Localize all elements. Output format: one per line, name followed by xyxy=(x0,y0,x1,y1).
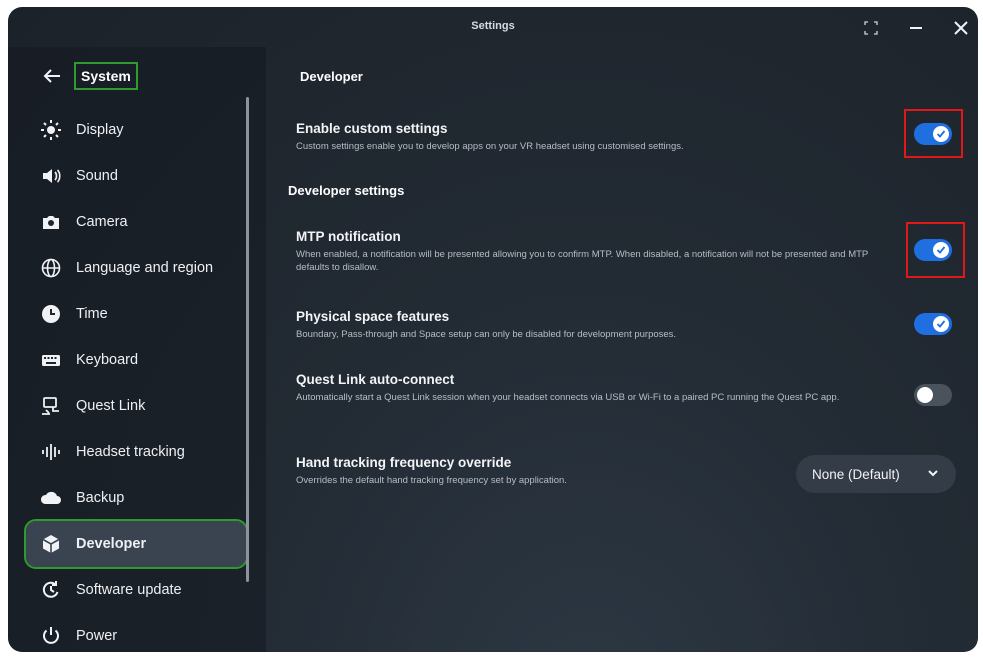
sidebar-item-headset-tracking[interactable]: Headset tracking xyxy=(26,429,246,475)
setting-description: Boundary, Pass-through and Space setup c… xyxy=(296,329,677,340)
setting-title: MTP notification xyxy=(296,229,401,244)
sidebar-item-sound[interactable]: Sound xyxy=(26,153,246,199)
setting-row-custom: Enable custom settings Custom settings e… xyxy=(296,121,951,153)
sidebar-item-power[interactable]: Power xyxy=(26,613,246,652)
setting-description: Custom settings enable you to develop ap… xyxy=(296,141,684,152)
update-icon xyxy=(40,579,62,601)
setting-description: Automatically start a Quest Link session… xyxy=(296,392,840,403)
page-title: Developer xyxy=(300,69,363,84)
sidebar: System Display Sound Camera Language and… xyxy=(8,47,266,652)
check-icon xyxy=(936,320,946,328)
dropdown-value: None (Default) xyxy=(812,466,900,482)
sidebar-item-label: Display xyxy=(76,122,124,138)
setting-row-mtp: MTP notification When enabled, a notific… xyxy=(296,229,951,274)
sidebar-item-label: Sound xyxy=(76,168,118,184)
cloud-icon xyxy=(40,487,62,509)
setting-title: Enable custom settings xyxy=(296,121,448,136)
highlight-box-mtp xyxy=(906,222,965,278)
sidebar-item-label: Power xyxy=(76,628,118,644)
sidebar-scrollbar[interactable] xyxy=(246,97,249,582)
sidebar-item-label: Keyboard xyxy=(76,352,139,368)
sidebar-item-label: Quest Link xyxy=(76,398,146,414)
minimize-button[interactable] xyxy=(903,15,929,41)
speaker-icon xyxy=(40,165,62,187)
expand-button[interactable] xyxy=(858,15,884,41)
sidebar-item-display[interactable]: Display xyxy=(26,107,246,153)
setting-row-quest-link: Quest Link auto-connect Automatically st… xyxy=(296,372,951,404)
keyboard-icon xyxy=(40,349,62,371)
sidebar-item-quest-link[interactable]: Quest Link xyxy=(26,383,246,429)
sidebar-item-label: Software update xyxy=(76,582,182,598)
back-row[interactable]: System xyxy=(42,62,138,90)
sidebar-item-label: Headset tracking xyxy=(76,444,185,460)
system-back-label[interactable]: System xyxy=(74,62,138,90)
setting-description: When enabled, a notification will be pre… xyxy=(296,249,869,273)
sidebar-item-software-update[interactable]: Software update xyxy=(26,567,246,613)
toggle-knob xyxy=(933,316,949,332)
sidebar-item-time[interactable]: Time xyxy=(26,291,246,337)
sidebar-nav: Display Sound Camera Language and region xyxy=(24,107,248,652)
sidebar-item-label: Time xyxy=(76,306,108,322)
power-icon xyxy=(40,625,62,647)
setting-row-physical: Physical space features Boundary, Pass-t… xyxy=(296,309,951,341)
quest-link-autoconnect-toggle[interactable] xyxy=(914,384,952,406)
setting-title: Physical space features xyxy=(296,309,450,324)
globe-icon xyxy=(40,257,62,279)
link-cast-icon xyxy=(40,395,62,417)
toggle-knob xyxy=(917,387,933,403)
physical-space-toggle[interactable] xyxy=(914,313,952,335)
sidebar-item-label: Language and region xyxy=(76,260,214,276)
sidebar-item-developer[interactable]: Developer xyxy=(24,519,248,569)
main-panel: Developer Enable custom settings Custom … xyxy=(278,47,978,652)
sidebar-item-language[interactable]: Language and region xyxy=(26,245,246,291)
title-bar: Settings xyxy=(8,7,978,47)
window-title: Settings xyxy=(471,20,515,32)
close-icon xyxy=(954,21,968,35)
hand-tracking-frequency-dropdown[interactable]: None (Default) xyxy=(796,455,956,493)
sidebar-item-keyboard[interactable]: Keyboard xyxy=(26,337,246,383)
expand-icon xyxy=(864,21,878,35)
sidebar-item-backup[interactable]: Backup xyxy=(26,475,246,521)
tracking-wave-icon xyxy=(40,441,62,463)
settings-window: Settings System Display Sound Camera Lan… xyxy=(8,7,978,652)
cube-icon xyxy=(40,533,62,555)
back-arrow-icon[interactable] xyxy=(42,66,62,86)
highlight-box-custom xyxy=(904,109,963,158)
sidebar-item-label: Camera xyxy=(76,214,128,230)
sidebar-item-label: Backup xyxy=(76,490,125,506)
chevron-down-icon xyxy=(928,470,938,477)
close-button[interactable] xyxy=(948,15,974,41)
sidebar-item-camera[interactable]: Camera xyxy=(26,199,246,245)
sidebar-item-label: Developer xyxy=(76,536,147,552)
camera-icon xyxy=(40,211,62,233)
setting-title: Quest Link auto-connect xyxy=(296,372,455,387)
clock-icon xyxy=(40,303,62,325)
sun-icon xyxy=(40,119,62,141)
minimize-icon xyxy=(910,27,922,29)
section-heading: Developer settings xyxy=(288,183,405,198)
